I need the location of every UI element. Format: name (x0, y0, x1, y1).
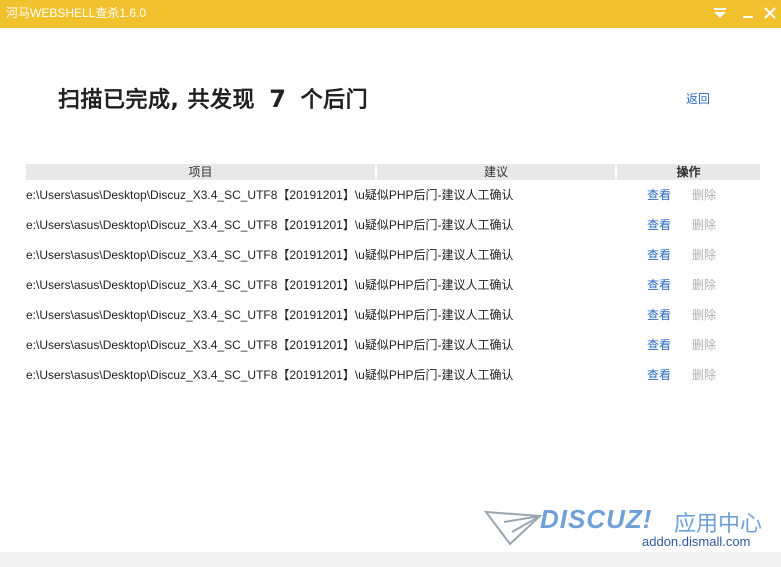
table-row: e:\Users\asus\Desktop\Discuz_X3.4_SC_UTF… (26, 275, 761, 295)
file-path: e:\Users\asus\Desktop\Discuz_X3.4_SC_UTF… (26, 278, 514, 292)
bottom-bar (0, 552, 781, 567)
delete-button[interactable]: 删除 (692, 275, 716, 295)
menu-arrow-icon[interactable] (708, 2, 732, 24)
watermark-url: addon.dismall.com (642, 534, 751, 549)
column-header-advice: 建议 (377, 164, 615, 180)
table-row: e:\Users\asus\Desktop\Discuz_X3.4_SC_UTF… (26, 215, 761, 235)
delete-button[interactable]: 删除 (692, 215, 716, 235)
file-path: e:\Users\asus\Desktop\Discuz_X3.4_SC_UTF… (26, 218, 514, 232)
advice-text: 疑似PHP后门-建议人工确认 (364, 308, 514, 322)
delete-button[interactable]: 删除 (692, 365, 716, 385)
scan-result-title: 扫描已完成, 共发现 7 个后门 (58, 82, 368, 114)
paper-plane-icon (484, 510, 543, 546)
column-header-action: 操作 (617, 164, 760, 180)
close-icon[interactable] (758, 2, 781, 24)
view-button[interactable]: 查看 (647, 215, 671, 235)
advice-text: 疑似PHP后门-建议人工确认 (364, 218, 514, 232)
view-button[interactable]: 查看 (647, 275, 671, 295)
delete-button[interactable]: 删除 (692, 185, 716, 205)
view-button[interactable]: 查看 (647, 365, 671, 385)
backdoor-count: 7 (269, 85, 287, 113)
view-button[interactable]: 查看 (647, 245, 671, 265)
view-button[interactable]: 查看 (647, 185, 671, 205)
view-button[interactable]: 查看 (647, 305, 671, 325)
advice-text: 疑似PHP后门-建议人工确认 (364, 188, 514, 202)
file-path: e:\Users\asus\Desktop\Discuz_X3.4_SC_UTF… (26, 308, 514, 322)
file-path: e:\Users\asus\Desktop\Discuz_X3.4_SC_UTF… (26, 248, 514, 262)
advice-text: 疑似PHP后门-建议人工确认 (364, 338, 514, 352)
advice-text: 疑似PHP后门-建议人工确认 (364, 248, 514, 262)
table-row: e:\Users\asus\Desktop\Discuz_X3.4_SC_UTF… (26, 245, 761, 265)
delete-button[interactable]: 删除 (692, 305, 716, 325)
back-link[interactable]: 返回 (686, 90, 710, 107)
table-row: e:\Users\asus\Desktop\Discuz_X3.4_SC_UTF… (26, 365, 761, 385)
title-prefix: 扫描已完成, 共发现 (58, 88, 256, 113)
delete-button[interactable]: 删除 (692, 335, 716, 355)
view-button[interactable]: 查看 (647, 335, 671, 355)
file-path: e:\Users\asus\Desktop\Discuz_X3.4_SC_UTF… (26, 188, 514, 202)
delete-button[interactable]: 删除 (692, 245, 716, 265)
title-bar: 河马WEBSHELL查杀1.6.0 (0, 0, 781, 28)
app-title: 河马WEBSHELL查杀1.6.0 (6, 6, 147, 20)
advice-text: 疑似PHP后门-建议人工确认 (364, 278, 514, 292)
title-suffix: 个后门 (300, 88, 369, 113)
advice-text: 疑似PHP后门-建议人工确认 (364, 368, 514, 382)
table-row: e:\Users\asus\Desktop\Discuz_X3.4_SC_UTF… (26, 335, 761, 355)
file-path: e:\Users\asus\Desktop\Discuz_X3.4_SC_UTF… (26, 368, 514, 382)
column-header-item: 项目 (26, 164, 375, 180)
minimize-icon[interactable] (736, 2, 760, 24)
table-row: e:\Users\asus\Desktop\Discuz_X3.4_SC_UTF… (26, 305, 761, 325)
file-path: e:\Users\asus\Desktop\Discuz_X3.4_SC_UTF… (26, 338, 514, 352)
discuz-watermark: DISCUZ! 应用中心 addon.dismall.com (484, 502, 774, 552)
watermark-brand: DISCUZ! (540, 504, 653, 534)
table-row: e:\Users\asus\Desktop\Discuz_X3.4_SC_UTF… (26, 185, 761, 205)
